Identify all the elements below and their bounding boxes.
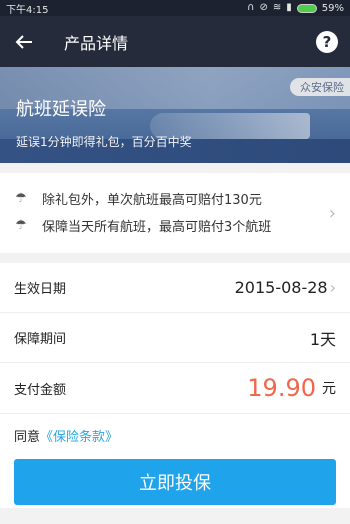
signal-icon: ▮ xyxy=(286,2,292,13)
help-button[interactable]: ? xyxy=(316,30,338,53)
arrow-left-icon xyxy=(15,34,32,49)
agreement-text: 同意《保险条款》 xyxy=(14,426,336,445)
app-header: 产品详情 ? xyxy=(0,16,350,67)
payment-unit: 元 xyxy=(322,381,336,397)
feature-item: ☂ 除礼包外，单次航班最高可赔付130元 xyxy=(14,185,336,212)
umbrella-icon: ☂ xyxy=(15,191,27,206)
coverage-period-value: 1天 xyxy=(309,329,336,349)
status-bar: 下午4:15 ∩ ⊘ ≋ ▮ 59% xyxy=(0,0,350,16)
terms-link[interactable]: 《保险条款》 xyxy=(40,430,118,445)
feature-text: 保障当天所有航班，最高可赔付3个航班 xyxy=(42,220,272,235)
buy-now-button[interactable]: 立即投保 xyxy=(14,459,336,505)
payment-amount: 19.90 xyxy=(247,374,316,402)
chevron-right-icon: › xyxy=(328,203,336,224)
feature-text: 除礼包外，单次航班最高可赔付130元 xyxy=(42,193,262,208)
product-subtitle: 延误1分钟即得礼包，百分百中奖 xyxy=(16,135,192,149)
chevron-right-icon: › xyxy=(329,278,336,297)
mute-icon: ⊘ xyxy=(259,2,268,13)
status-icons: ∩ ⊘ ≋ ▮ 59% xyxy=(247,3,344,14)
product-banner: 航班延误险 延误1分钟即得礼包，百分百中奖 众安保险 xyxy=(0,67,350,163)
effective-date-value: 2015-08-28 xyxy=(234,278,328,297)
battery-percent: 59% xyxy=(321,2,344,14)
wifi-icon: ≋ xyxy=(272,2,282,13)
battery-icon xyxy=(296,3,317,13)
feature-item: ☂ 保障当天所有航班，最高可赔付3个航班 xyxy=(14,212,336,239)
details-list: 生效日期 2015-08-28 › 保障期间 1天 支付金额 19.90 元 xyxy=(0,263,350,413)
question-icon: ? xyxy=(322,32,332,51)
effective-date-row[interactable]: 生效日期 2015-08-28 › xyxy=(0,263,350,313)
status-time: 下午4:15 xyxy=(6,4,49,16)
coverage-period-label: 保障期间 xyxy=(14,332,67,347)
payment-label: 支付金额 xyxy=(14,382,67,398)
payment-row: 支付金额 19.90 元 xyxy=(0,363,350,413)
agreement-section: 同意《保险条款》 立即投保 xyxy=(0,413,350,508)
coverage-period-row: 保障期间 1天 xyxy=(0,313,350,363)
page-title: 产品详情 xyxy=(64,33,129,53)
back-button[interactable] xyxy=(14,32,34,52)
effective-date-label: 生效日期 xyxy=(14,282,67,297)
agreement-prefix: 同意 xyxy=(14,430,41,445)
umbrella-icon: ☂ xyxy=(15,218,27,233)
features-panel[interactable]: ☂ 除礼包外，单次航班最高可赔付130元 ☂ 保障当天所有航班，最高可赔付3个航… xyxy=(0,173,350,253)
provider-badge: 众安保险 xyxy=(290,78,350,96)
headset-icon: ∩ xyxy=(247,2,255,13)
product-title: 航班延误险 xyxy=(16,99,106,120)
